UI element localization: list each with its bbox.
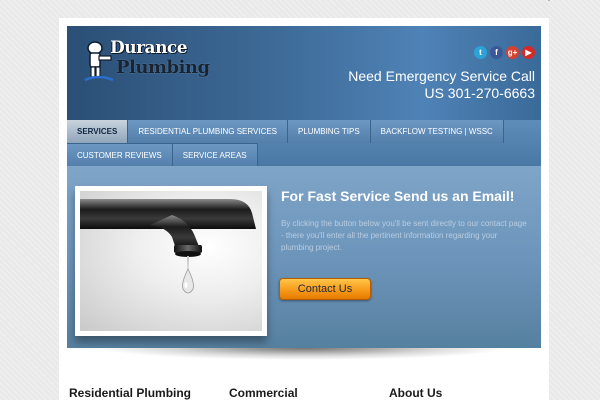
hero-banner: For Fast Service Send us an Email! By cl… [67, 166, 541, 348]
logo-text-durance: Durance [110, 38, 188, 58]
page-container: Durance Plumbing t f g+ ▶ Need Emergency… [59, 18, 549, 400]
nav-row-1: SERVICES RESIDENTIAL PLUMBING SERVICES P… [67, 120, 504, 143]
google-plus-icon[interactable]: g+ [506, 46, 519, 59]
hero-description: By clicking the button below you'll be s… [281, 219, 527, 252]
footer-columns: Residential Plumbing Commercial About Us [69, 386, 539, 400]
dripping-faucet-icon [80, 199, 256, 294]
column-title-residential-plumbing: Residential Plumbing [69, 386, 192, 400]
column-title-commercial: Commercial [229, 386, 298, 400]
emergency-label: Need Emergency Service Call [348, 68, 535, 84]
hero-drop-shadow [99, 348, 509, 360]
emergency-contact: Need Emergency Service Call US 301-270-6… [348, 68, 535, 102]
hero-title: For Fast Service Send us an Email! [281, 188, 515, 204]
nav-row-2: CUSTOMER REVIEWS SERVICE AREAS [67, 143, 258, 166]
nav-item-customer-reviews[interactable]: CUSTOMER REVIEWS [67, 144, 173, 166]
site-header: Durance Plumbing t f g+ ▶ Need Emergency… [67, 26, 541, 120]
nav-item-services[interactable]: SERVICES [67, 120, 129, 143]
nav-item-residential-plumbing-services[interactable]: RESIDENTIAL PLUMBING SERVICES [128, 120, 289, 143]
nav-item-plumbing-tips[interactable]: PLUMBING TIPS [288, 120, 371, 143]
social-links: t f g+ ▶ [474, 46, 535, 59]
column-title-about-us: About Us [389, 386, 443, 400]
nav-item-service-areas[interactable]: SERVICE AREAS [172, 144, 258, 166]
faucet-photo-frame [75, 186, 267, 336]
contact-us-button[interactable]: Contact Us [279, 278, 371, 300]
twitter-icon[interactable]: t [474, 46, 487, 59]
facebook-icon[interactable]: f [490, 46, 503, 59]
youtube-icon[interactable]: ▶ [522, 46, 535, 59]
main-navigation: SERVICES RESIDENTIAL PLUMBING SERVICES P… [67, 120, 541, 166]
logo-text-plumbing: Plumbing [116, 57, 210, 78]
faucet-photo [80, 191, 262, 331]
emergency-phone[interactable]: US 301-270-6663 [348, 85, 535, 102]
site-logo[interactable]: Durance Plumbing [83, 36, 213, 82]
nav-item-backflow-testing[interactable]: BACKFLOW TESTING | WSSC [370, 120, 504, 143]
corner-mark-icon: ♦ [545, 0, 553, 4]
